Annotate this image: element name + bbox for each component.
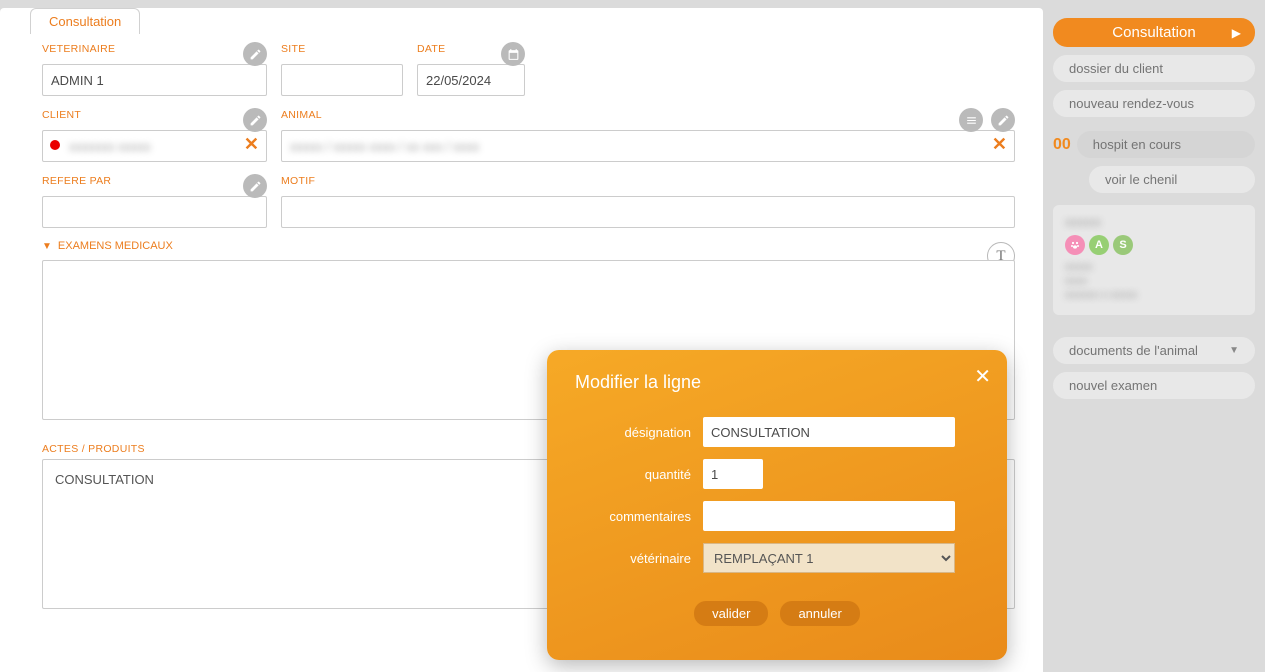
field-site: SITE (281, 40, 403, 96)
modal-label-designation: désignation (575, 425, 703, 440)
sidebar-dossier-client-button[interactable]: dossier du client (1053, 55, 1255, 82)
hospit-row: 00 hospit en cours (1053, 131, 1255, 158)
modal-input-commentaires[interactable] (703, 501, 955, 531)
modal-select-veterinaire[interactable]: REMPLAÇANT 1 (703, 543, 955, 573)
field-client: CLIENT xxxxxxx xxxxx ✕ (42, 106, 267, 162)
animal-value: xxxxx / xxxxx xxxx / xx xxx / xxxx (290, 139, 479, 154)
sidebar-nouvel-examen-button[interactable]: nouvel examen (1053, 372, 1255, 399)
client-value: xxxxxxx xxxxx (69, 139, 151, 154)
sidebar-consultation-label: Consultation (1112, 24, 1195, 41)
paw-icon[interactable] (1065, 235, 1085, 255)
modal-label-quantite: quantité (575, 467, 703, 482)
sidebar-nouveau-rdv-button[interactable]: nouveau rendez-vous (1053, 90, 1255, 117)
field-motif: MOTIF (281, 172, 1015, 228)
client-status-dot (50, 140, 60, 150)
clear-animal-icon[interactable]: ✕ (992, 134, 1007, 155)
modal-label-veterinaire: vétérinaire (575, 551, 703, 566)
list-animal-icon[interactable] (959, 108, 983, 132)
label-client: CLIENT (42, 109, 235, 121)
input-refere[interactable] (42, 196, 267, 228)
label-motif: MOTIF (281, 175, 1015, 187)
input-animal[interactable]: xxxxx / xxxxx xxxx / xx xxx / xxxx (281, 130, 1015, 162)
field-veterinaire: VETERINAIRE (42, 40, 267, 96)
chevron-down-icon: ▼ (1229, 345, 1239, 356)
calendar-icon[interactable] (501, 42, 525, 66)
field-date: DATE (417, 40, 525, 96)
sidebar-voir-chenil-button[interactable]: voir le chenil (1089, 166, 1255, 193)
sidebar-consultation-button[interactable]: Consultation ▶ (1053, 18, 1255, 47)
label-veterinaire: VETERINAIRE (42, 43, 235, 55)
input-motif[interactable] (281, 196, 1015, 228)
modal-modifier-ligne: ✕ Modifier la ligne désignation quantité… (547, 350, 1007, 660)
sidebar-documents-animal-button[interactable]: documents de l'animal ▼ (1053, 337, 1255, 364)
modal-title: Modifier la ligne (575, 372, 979, 393)
chevron-right-icon: ▶ (1232, 26, 1241, 40)
patient-card: xxxxxx A S xxxxx xxxx xxxxxx x xxxxx (1053, 205, 1255, 315)
modal-input-quantite[interactable] (703, 459, 763, 489)
tab-consultation[interactable]: Consultation (30, 8, 140, 34)
patient-line2: xxxx (1065, 275, 1243, 287)
edit-animal-icon[interactable] (991, 108, 1015, 132)
sidebar-hospit-en-cours-button[interactable]: hospit en cours (1077, 131, 1255, 158)
modal-input-designation[interactable] (703, 417, 955, 447)
triangle-down-icon: ▼ (42, 241, 52, 252)
field-animal: ANIMAL xxxxx / xxxxx xxxx / xx xxx / xxx… (281, 106, 1015, 162)
label-animal: ANIMAL (281, 109, 951, 121)
label-site: SITE (281, 43, 403, 55)
edit-client-icon[interactable] (243, 108, 267, 132)
modal-label-commentaires: commentaires (575, 509, 703, 524)
sidebar: Consultation ▶ dossier du client nouveau… (1043, 0, 1265, 672)
input-client[interactable]: xxxxxxx xxxxx (42, 130, 267, 162)
label-date: DATE (417, 43, 493, 55)
edit-refere-icon[interactable] (243, 174, 267, 198)
tab-row: Consultation (30, 8, 1033, 34)
annuler-button[interactable]: annuler (780, 601, 859, 626)
field-refere: REFERE PAR (42, 172, 267, 228)
patient-line3: xxxxxx x xxxxx (1065, 289, 1243, 301)
hospit-count: 00 (1053, 136, 1071, 154)
input-date[interactable] (417, 64, 525, 96)
valider-button[interactable]: valider (694, 601, 768, 626)
clear-client-icon[interactable]: ✕ (244, 134, 259, 155)
section-label-examens: EXAMENS MEDICAUX (58, 240, 173, 252)
input-site[interactable] (281, 64, 403, 96)
patient-line1: xxxxx (1065, 261, 1243, 273)
badge-row: A S (1065, 235, 1243, 255)
badge-s[interactable]: S (1113, 235, 1133, 255)
badge-a[interactable]: A (1089, 235, 1109, 255)
label-refere: REFERE PAR (42, 175, 235, 187)
section-toggle-examens[interactable]: ▼ EXAMENS MEDICAUX (42, 240, 1015, 252)
input-veterinaire[interactable] (42, 64, 267, 96)
close-icon[interactable]: ✕ (974, 364, 991, 389)
patient-name: xxxxxx (1065, 215, 1243, 229)
sidebar-documents-animal-label: documents de l'animal (1069, 343, 1198, 358)
edit-veterinaire-icon[interactable] (243, 42, 267, 66)
